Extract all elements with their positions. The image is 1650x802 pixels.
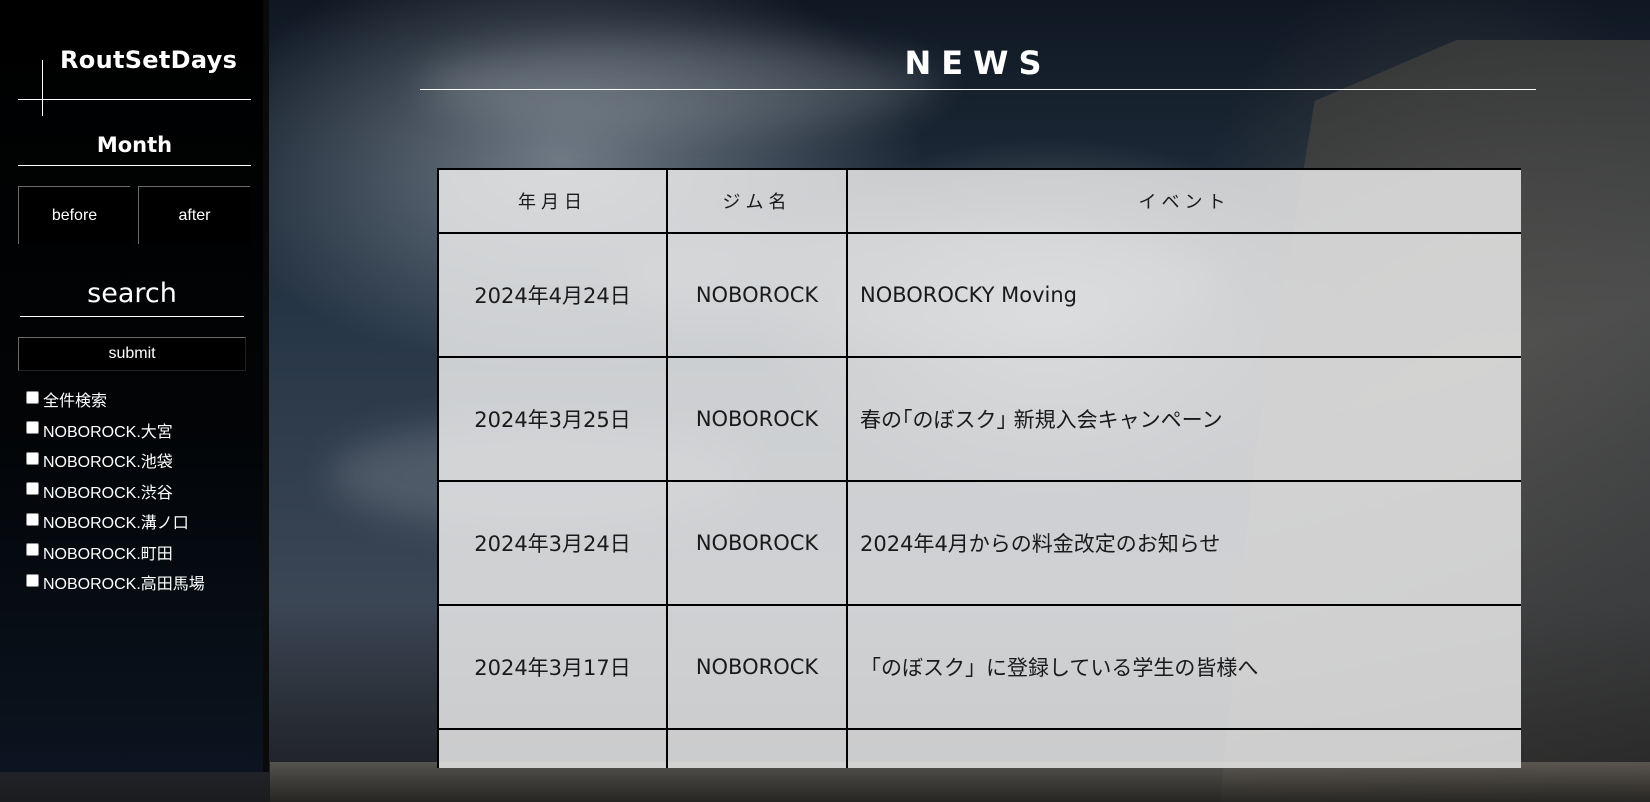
filter-label: NOBOROCK.池袋 — [43, 454, 173, 472]
filter-shibuya[interactable]: NOBOROCK.渋谷 — [26, 476, 205, 507]
filter-ikebukuro[interactable]: NOBOROCK.池袋 — [26, 445, 205, 476]
filter-omiya[interactable]: NOBOROCK.大宮 — [26, 415, 205, 446]
cell-gym: NOBOROCK — [666, 480, 848, 606]
column-header-event: イベント — [846, 168, 1521, 234]
cell-event[interactable]: 2024年4月からの料金改定のお知らせ — [846, 480, 1521, 606]
table-row: 2024年3月24日 NOBOROCK 2024年4月からの料金改定のお知らせ — [437, 480, 1521, 606]
table-row: 2024年3月25日 NOBOROCK 春の｢のぼスク｣ 新規入会キャンペーン — [437, 356, 1521, 482]
search-heading: search — [87, 278, 177, 309]
table-row: 2024年3月17日 NOBOROCK 「のぼスク」に登録している学生の皆様へ — [437, 604, 1521, 730]
title-divider — [420, 89, 1536, 90]
cell-gym: NOBOROCK — [666, 604, 848, 730]
after-button[interactable]: after — [138, 186, 250, 244]
news-table-container[interactable]: 年月日 ジム名 イベント 2024年4月24日 NOBOROCK NOBOROC… — [437, 168, 1521, 768]
filter-checkbox[interactable] — [26, 512, 39, 526]
news-table: 年月日 ジム名 イベント 2024年4月24日 NOBOROCK NOBOROC… — [437, 168, 1521, 768]
month-heading: Month — [96, 133, 173, 157]
filter-label: NOBOROCK.渋谷 — [43, 484, 173, 502]
cell-event[interactable]: 春の｢のぼスク｣ 新規入会キャンペーン — [846, 356, 1521, 482]
filter-checkbox[interactable] — [26, 421, 39, 435]
filter-label: NOBOROCK.町田 — [43, 545, 173, 563]
cell-event[interactable]: 「のぼスク」に登録している学生の皆様へ — [846, 604, 1521, 730]
filter-label: NOBOROCK.大宮 — [43, 423, 173, 441]
cell-date: 2024年4月24日 — [437, 232, 668, 358]
brand: RoutSetDays — [18, 40, 251, 116]
filter-takadanobaba[interactable]: NOBOROCK.高田馬場 — [26, 567, 205, 598]
before-button[interactable]: before — [18, 186, 130, 244]
cell-date: 2024年3月25日 — [437, 356, 668, 482]
background-ground — [270, 762, 1650, 802]
filter-checkbox[interactable] — [26, 451, 39, 465]
filter-checkbox[interactable] — [26, 573, 39, 587]
table-row: 2024年4月24日 NOBOROCK NOBOROCKY Moving — [437, 232, 1521, 358]
filter-checkbox[interactable] — [26, 482, 39, 496]
brand-title[interactable]: RoutSetDays — [60, 46, 237, 74]
filter-label: NOBOROCK.溝ノ口 — [43, 515, 189, 533]
column-header-date: 年月日 — [437, 168, 668, 234]
filter-mizonokuchi[interactable]: NOBOROCK.溝ノ口 — [26, 506, 205, 537]
table-header-row: 年月日 ジム名 イベント — [437, 168, 1521, 234]
cell-event[interactable]: NOBOROCKY Moving — [846, 232, 1521, 358]
filter-all[interactable]: 全件検索 — [26, 384, 205, 415]
gym-filter-list: 全件検索 NOBOROCK.大宮 NOBOROCK.池袋 NOBOROCK.渋谷… — [26, 384, 205, 598]
cell-date — [437, 728, 668, 768]
search-divider — [20, 316, 244, 317]
filter-machida[interactable]: NOBOROCK.町田 — [26, 537, 205, 568]
cell-date: 2024年3月24日 — [437, 480, 668, 606]
cell-gym: NOBOROCK — [666, 232, 848, 358]
filter-checkbox[interactable] — [26, 543, 39, 557]
table-row-partial — [437, 728, 1521, 768]
cell-gym: NOBOROCK — [666, 356, 848, 482]
column-header-gym: ジム名 — [666, 168, 848, 234]
sidebar: RoutSetDays Month before after search su… — [0, 0, 269, 772]
month-divider — [18, 165, 251, 166]
cell-event — [846, 728, 1521, 768]
filter-checkbox[interactable] — [26, 390, 39, 404]
filter-label: NOBOROCK.高田馬場 — [43, 576, 205, 594]
brand-decor-hline — [18, 99, 251, 100]
submit-button[interactable]: submit — [18, 337, 246, 371]
page-title: NEWS — [904, 44, 1052, 82]
cell-gym — [666, 728, 848, 768]
brand-decor-vline — [42, 60, 43, 116]
filter-label: 全件検索 — [43, 393, 108, 411]
cell-date: 2024年3月17日 — [437, 604, 668, 730]
